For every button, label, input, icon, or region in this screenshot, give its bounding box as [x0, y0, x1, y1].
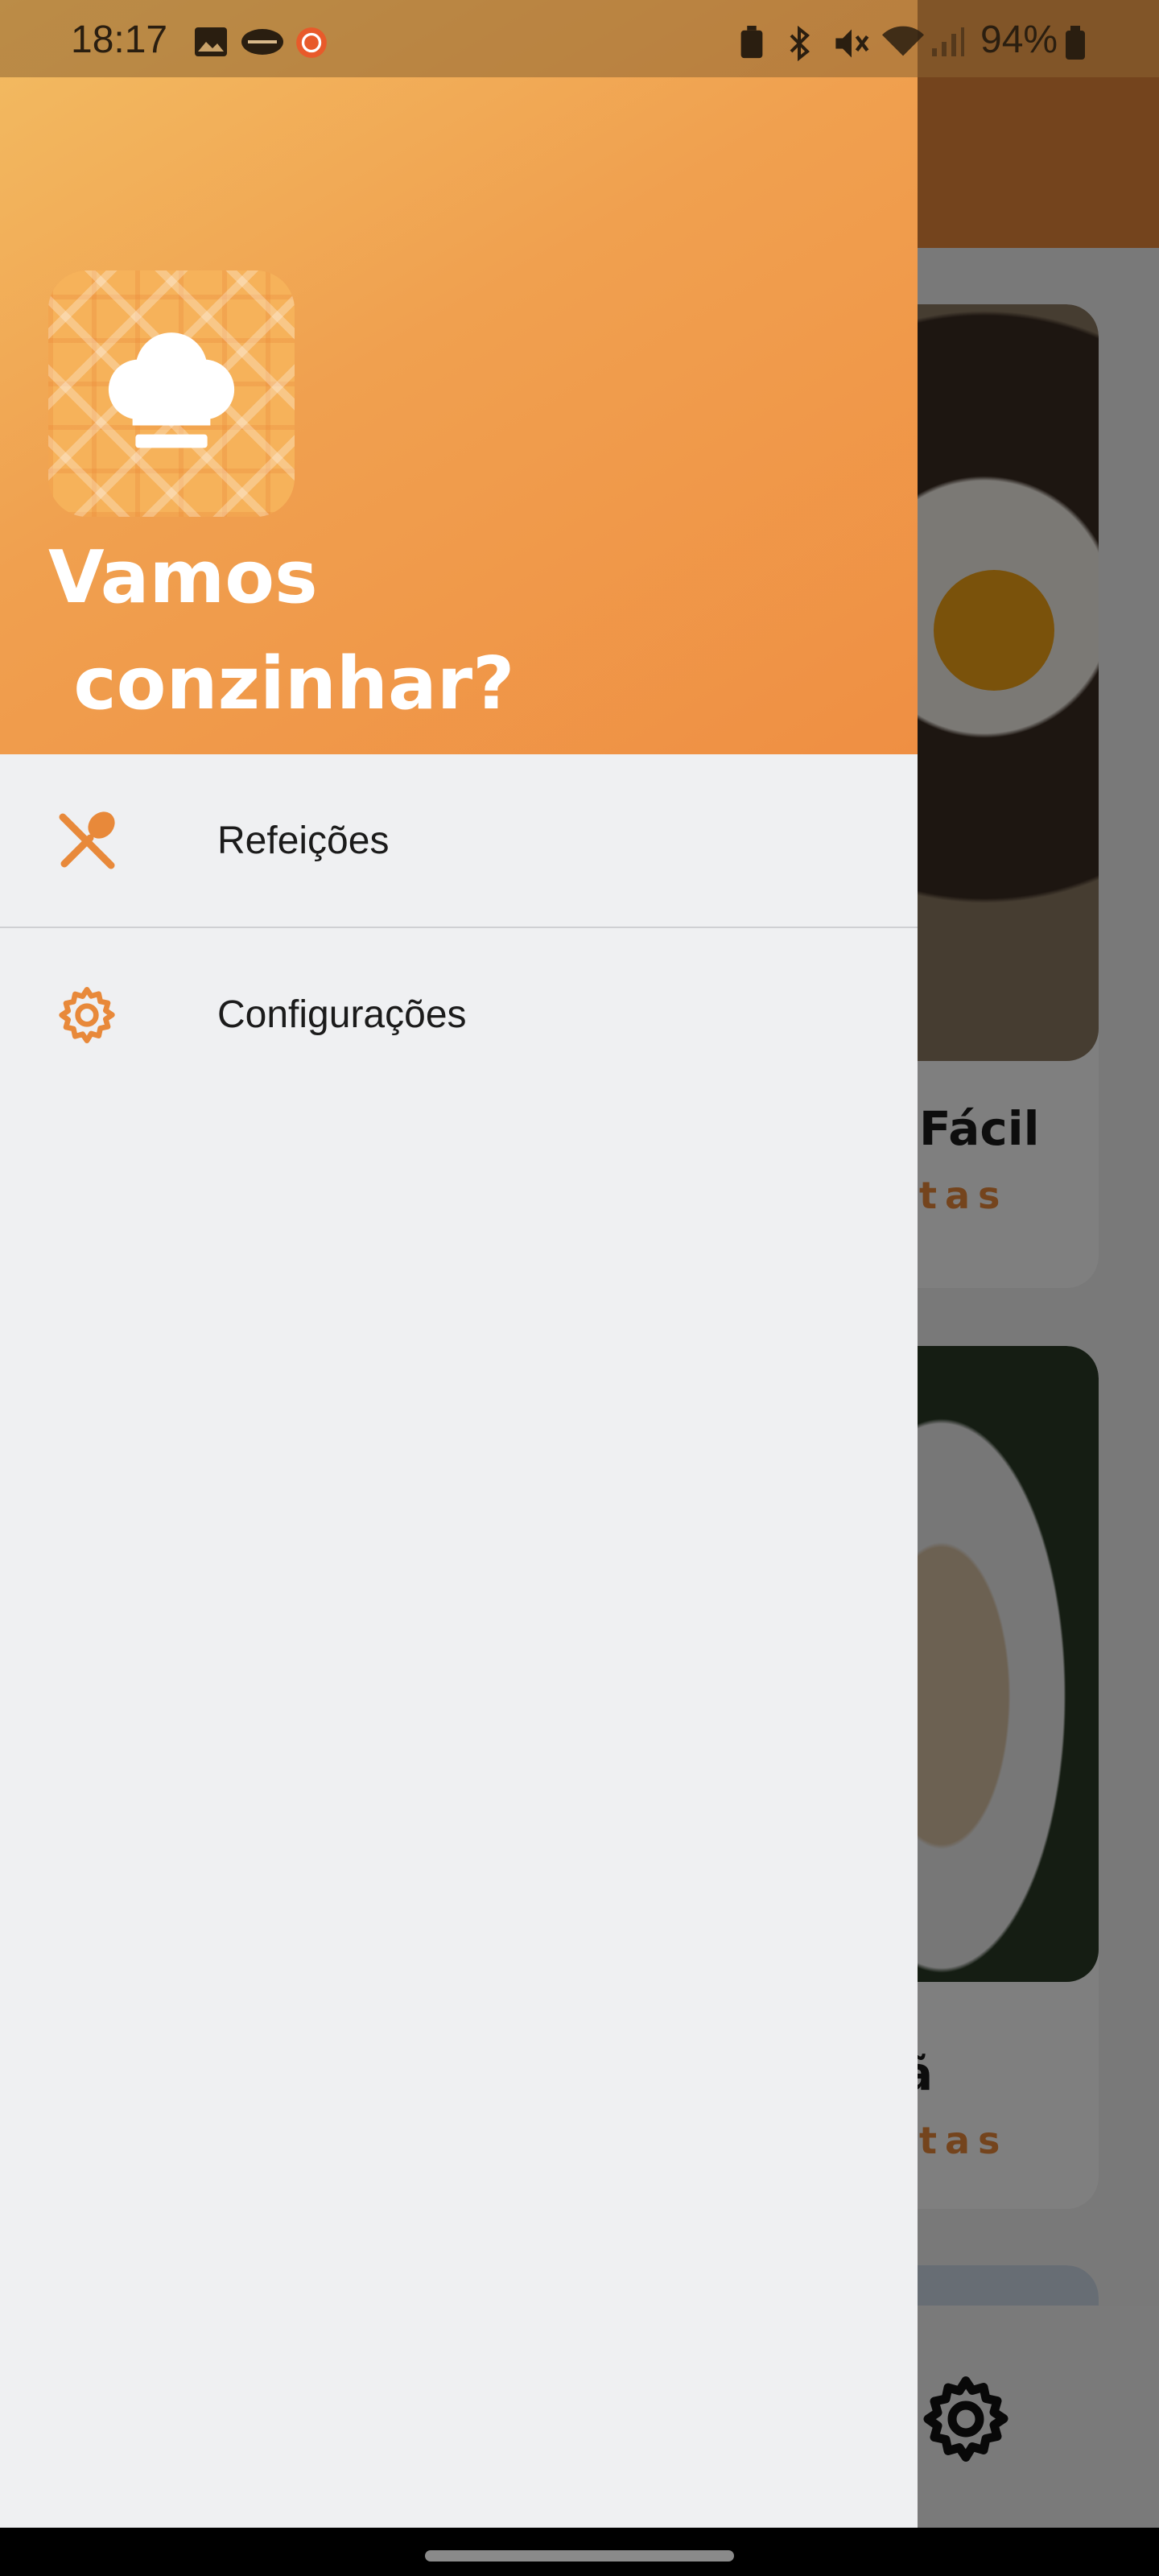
menu-item-label: Configurações	[217, 993, 467, 1036]
recorder-icon	[296, 27, 327, 58]
mute-icon	[835, 29, 869, 58]
status-bar: 18:17 94%	[0, 0, 1159, 77]
battery-percentage: 94%	[980, 19, 1058, 61]
battery-saver-icon	[740, 26, 763, 59]
drawer-title-line-2: conzinhar?	[48, 642, 515, 726]
menu-item-label: Refeições	[217, 819, 390, 862]
drawer-header: Vamos conzinhar?	[0, 0, 918, 754]
bluetooth-icon	[790, 26, 810, 61]
gallery-icon	[195, 27, 227, 56]
drawer-title: Vamos conzinhar?	[48, 525, 853, 737]
system-nav-bar	[0, 2528, 1159, 2576]
chef-hat-icon	[108, 332, 235, 448]
app-logo	[48, 270, 295, 517]
handshake-icon	[241, 29, 283, 55]
menu-item-meals[interactable]: Refeições	[0, 754, 918, 928]
utensils-icon	[59, 811, 115, 869]
home-gesture-handle[interactable]	[425, 2550, 734, 2562]
menu-item-settings[interactable]: Configurações	[0, 928, 918, 1102]
gear-icon	[59, 987, 115, 1043]
navigation-drawer: Vamos conzinhar? Refeições Configurações	[0, 0, 918, 2528]
battery-icon	[1066, 26, 1085, 60]
signal-icon	[932, 27, 964, 56]
status-time: 18:17	[71, 19, 168, 61]
wifi-icon	[882, 26, 924, 56]
drawer-title-line-1: Vamos	[48, 535, 318, 620]
